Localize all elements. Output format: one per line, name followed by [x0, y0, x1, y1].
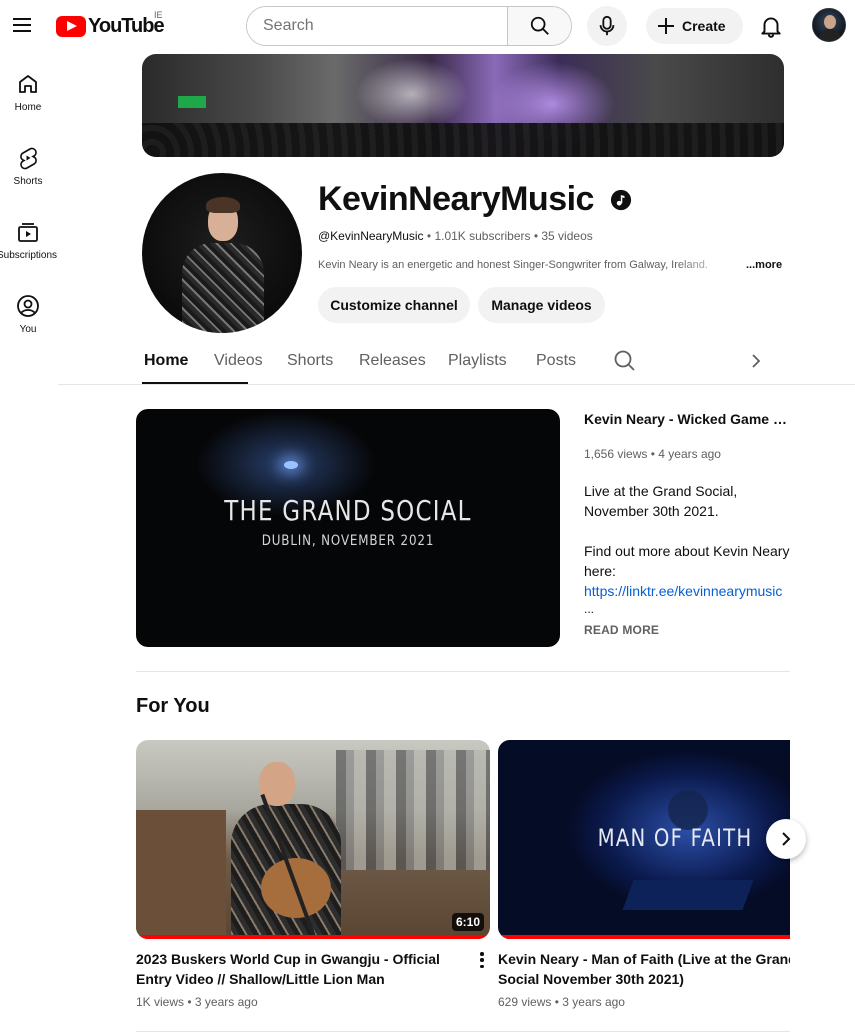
channel-description[interactable]: Kevin Neary is an energetic and honest S…: [318, 259, 738, 271]
plus-icon: [658, 18, 674, 34]
thumb-background-crowd: [336, 750, 490, 870]
youtube-logo[interactable]: YouTube: [56, 14, 165, 38]
featured-views: 1,656 views: [584, 447, 648, 461]
region-code: IE: [154, 10, 163, 20]
nav-item-you[interactable]: You: [0, 278, 56, 350]
nav-item-home[interactable]: Home: [0, 56, 56, 128]
watch-progress-bar: [136, 935, 490, 939]
tab-playlists[interactable]: Playlists: [448, 352, 507, 370]
featured-age: 4 years ago: [658, 447, 721, 461]
channel-avatar[interactable]: [142, 173, 302, 333]
description-more-link[interactable]: ...more: [746, 259, 782, 271]
video-count: 35 videos: [541, 229, 593, 243]
tab-home[interactable]: Home: [144, 352, 188, 370]
video-duration: 6:10: [451, 913, 484, 931]
account-avatar[interactable]: [812, 8, 846, 42]
subscriber-count: 1.01K subscribers: [434, 229, 531, 243]
video-meta: 1K views • 3 years ago: [136, 995, 490, 1009]
video-card[interactable]: 6:10 2023 Buskers World Cup in Gwangju -…: [136, 740, 490, 1009]
video-title[interactable]: 2023 Buskers World Cup in Gwangju - Offi…: [136, 949, 466, 989]
for-you-title: For You: [136, 695, 210, 717]
tab-releases[interactable]: Releases: [359, 352, 426, 370]
subscriptions-icon: [18, 223, 38, 242]
section-divider: [136, 671, 790, 672]
notifications-button[interactable]: [758, 13, 784, 39]
video-age: 3 years ago: [562, 995, 625, 1009]
featured-video-title[interactable]: Kevin Neary - Wicked Game + Y...: [584, 411, 794, 427]
featured-desc-para1: Live at the Grand Social, November 30th …: [584, 483, 738, 519]
video-card[interactable]: MAN OF FAITH Kevin Neary - Man of Faith …: [498, 740, 790, 1009]
create-button[interactable]: Create: [646, 8, 743, 44]
tab-videos[interactable]: Videos: [214, 352, 263, 370]
top-bar: YouTube IE Create: [0, 0, 855, 52]
video-meta: 629 views • 3 years ago: [498, 995, 790, 1009]
chevron-right-icon: [782, 832, 791, 846]
customize-channel-button[interactable]: Customize channel: [318, 287, 470, 323]
video-age: 3 years ago: [194, 995, 258, 1009]
tabs-chevron-right-icon[interactable]: [748, 352, 764, 370]
featured-desc-link[interactable]: https://linktr.ee/kevinnearymusic: [584, 581, 794, 601]
video-views: 629 views: [498, 995, 552, 1009]
featured-thumb-title: THE GRAND SOCIAL: [224, 494, 472, 527]
section-divider: [136, 1031, 790, 1032]
music-note-badge-icon: [610, 189, 632, 211]
manage-videos-button[interactable]: Manage videos: [478, 287, 605, 323]
for-you-shelf: 6:10 2023 Buskers World Cup in Gwangju -…: [136, 740, 790, 1010]
channel-handle[interactable]: @KevinNearyMusic: [318, 229, 424, 243]
search-button[interactable]: [507, 7, 571, 45]
channel-name: KevinNearyMusic: [318, 180, 594, 218]
featured-video-meta: 1,656 views • 4 years ago: [584, 447, 721, 461]
featured-stage-light: [284, 461, 298, 469]
shelf-next-button[interactable]: [766, 819, 806, 859]
tab-shorts[interactable]: Shorts: [287, 352, 333, 370]
read-more-link[interactable]: READ MORE: [584, 623, 659, 637]
thumb-piano: [622, 880, 754, 910]
featured-desc-ellipsis: ...: [584, 602, 595, 616]
bell-icon: [761, 17, 781, 38]
channel-meta: @KevinNearyMusic • 1.01K subscribers • 3…: [318, 229, 593, 243]
shorts-icon: [20, 147, 37, 170]
watch-progress-bar: [498, 935, 790, 939]
channel-tabs: Home Videos Shorts Releases Playlists Po…: [58, 340, 855, 385]
search-input[interactable]: [247, 7, 508, 45]
thumb-title-text: MAN OF FAITH: [597, 824, 753, 852]
search-box: [246, 6, 572, 46]
thumb-busker: [231, 758, 341, 939]
nav-item-subscriptions[interactable]: Subscriptions: [0, 204, 58, 276]
meta-separator: •: [187, 995, 195, 1009]
you-icon: [17, 295, 39, 317]
search-icon: [530, 16, 549, 35]
nav-label-shorts: Shorts: [13, 176, 43, 187]
active-tab-underline: [142, 382, 248, 384]
channel-banner: [142, 54, 784, 157]
video-title[interactable]: Kevin Neary - Man of Faith (Live at the …: [498, 949, 790, 989]
channel-search-icon[interactable]: [613, 349, 637, 373]
avatar-hair: [206, 197, 240, 213]
voice-search-button[interactable]: [587, 6, 627, 46]
video-thumbnail[interactable]: 6:10: [136, 740, 490, 939]
home-icon: [19, 75, 37, 93]
nav-label-you: You: [19, 324, 37, 335]
thumb-wood-panel: [136, 810, 226, 939]
nav-label-home: Home: [14, 102, 42, 113]
banner-crowd: [142, 123, 784, 157]
featured-video-player[interactable]: THE GRAND SOCIAL DUBLIN, NOVEMBER 2021: [136, 409, 560, 647]
featured-desc-para2: Find out more about Kevin Neary here:: [584, 543, 790, 579]
featured-video-description: Live at the Grand Social, November 30th …: [584, 481, 794, 601]
banner-exit-sign: [178, 96, 206, 108]
video-thumbnail[interactable]: MAN OF FAITH: [498, 740, 790, 939]
featured-thumb-subtitle: DUBLIN, NOVEMBER 2021: [261, 533, 435, 549]
tab-posts[interactable]: Posts: [536, 352, 576, 370]
menu-icon[interactable]: [10, 14, 34, 38]
logo-text: YouTube: [88, 14, 165, 37]
more-actions-icon[interactable]: [476, 950, 488, 970]
avatar-body: [182, 243, 264, 333]
nav-label-subscriptions: Subscriptions: [0, 250, 58, 261]
video-views: 1K views: [136, 995, 185, 1009]
create-label: Create: [682, 18, 726, 34]
microphone-icon: [599, 15, 615, 36]
nav-item-shorts[interactable]: Shorts: [0, 130, 56, 202]
youtube-logo-icon: [56, 15, 86, 37]
